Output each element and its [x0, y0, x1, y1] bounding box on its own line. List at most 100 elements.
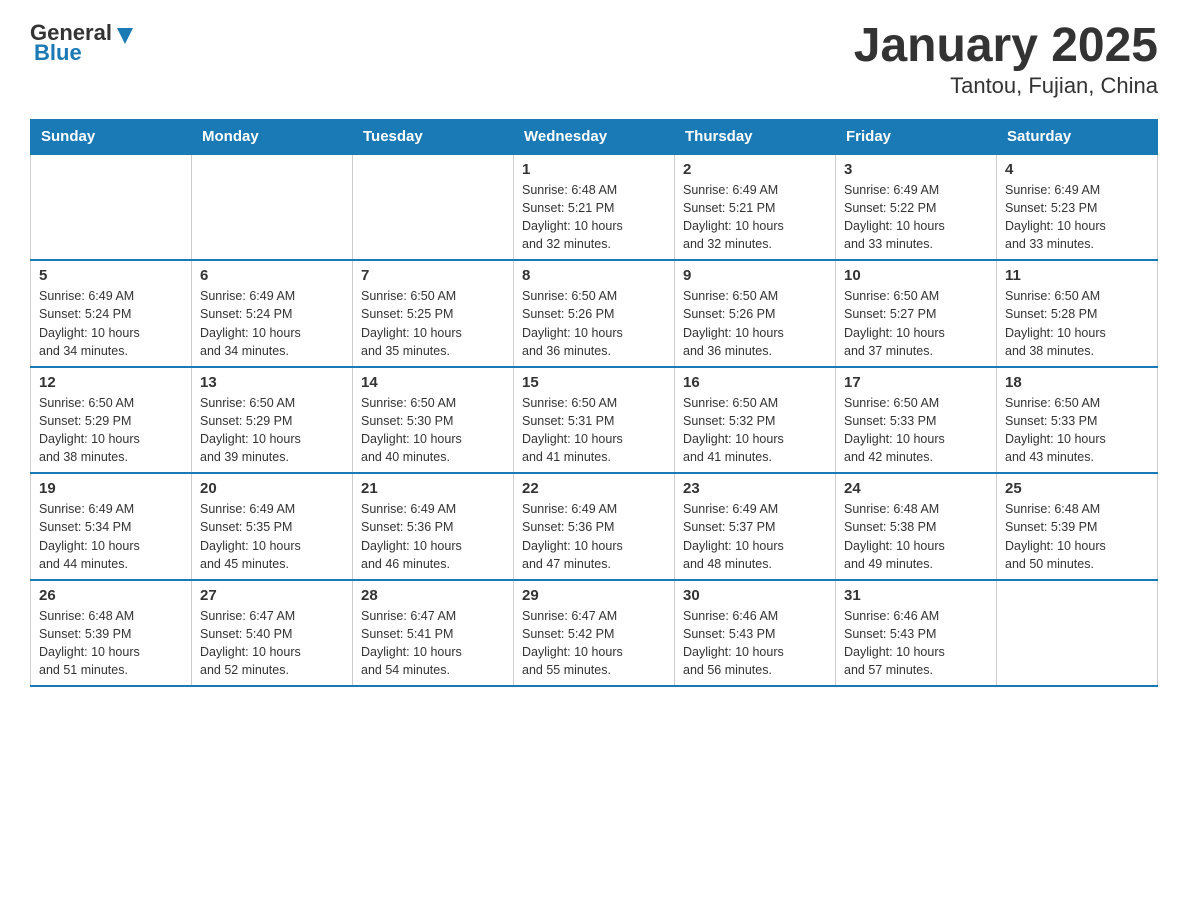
calendar-week-row: 1 Sunrise: 6:48 AM Sunset: 5:21 PM Daylig… — [31, 154, 1158, 261]
day-info: Sunrise: 6:46 AM Sunset: 5:43 PM Dayligh… — [844, 607, 988, 680]
day-number: 7 — [361, 267, 505, 284]
day-number: 25 — [1005, 480, 1149, 497]
day-info: Sunrise: 6:49 AM Sunset: 5:35 PM Dayligh… — [200, 500, 344, 573]
calendar-day-cell: 25 Sunrise: 6:48 AM Sunset: 5:39 PM Dayli… — [997, 473, 1158, 580]
day-info: Sunrise: 6:49 AM Sunset: 5:24 PM Dayligh… — [39, 287, 183, 360]
day-info: Sunrise: 6:50 AM Sunset: 5:33 PM Dayligh… — [1005, 394, 1149, 467]
calendar-day-cell: 28 Sunrise: 6:47 AM Sunset: 5:41 PM Dayli… — [353, 580, 514, 687]
day-number: 29 — [522, 587, 666, 604]
calendar-day-cell: 11 Sunrise: 6:50 AM Sunset: 5:28 PM Dayli… — [997, 260, 1158, 367]
calendar-day-cell: 16Sunrise: 6:50 AM Sunset: 5:32 PM Dayli… — [675, 367, 836, 474]
calendar-day-cell: 29 Sunrise: 6:47 AM Sunset: 5:42 PM Dayli… — [514, 580, 675, 687]
calendar-title: January 2025 — [854, 20, 1158, 73]
day-info: Sunrise: 6:48 AM Sunset: 5:39 PM Dayligh… — [1005, 500, 1149, 573]
day-info: Sunrise: 6:50 AM Sunset: 5:26 PM Dayligh… — [683, 287, 827, 360]
calendar-day-cell: 9 Sunrise: 6:50 AM Sunset: 5:26 PM Daylig… — [675, 260, 836, 367]
calendar-day-cell — [31, 154, 192, 261]
day-info: Sunrise: 6:48 AM Sunset: 5:38 PM Dayligh… — [844, 500, 988, 573]
calendar-day-cell: 23 Sunrise: 6:49 AM Sunset: 5:37 PM Dayli… — [675, 473, 836, 580]
day-info: Sunrise: 6:49 AM Sunset: 5:24 PM Dayligh… — [200, 287, 344, 360]
day-number: 3 — [844, 161, 988, 178]
calendar-week-row: 5 Sunrise: 6:49 AM Sunset: 5:24 PM Daylig… — [31, 260, 1158, 367]
day-header-tuesday: Tuesday — [353, 119, 514, 154]
calendar-day-cell: 31 Sunrise: 6:46 AM Sunset: 5:43 PM Dayli… — [836, 580, 997, 687]
day-number: 10 — [844, 267, 988, 284]
day-info: Sunrise: 6:49 AM Sunset: 5:22 PM Dayligh… — [844, 181, 988, 254]
day-number: 27 — [200, 587, 344, 604]
day-info: Sunrise: 6:50 AM Sunset: 5:28 PM Dayligh… — [1005, 287, 1149, 360]
day-number: 11 — [1005, 267, 1149, 284]
day-info: Sunrise: 6:50 AM Sunset: 5:25 PM Dayligh… — [361, 287, 505, 360]
day-header-monday: Monday — [192, 119, 353, 154]
day-header-saturday: Saturday — [997, 119, 1158, 154]
calendar-week-row: 26 Sunrise: 6:48 AM Sunset: 5:39 PM Dayli… — [31, 580, 1158, 687]
calendar-day-cell: 24 Sunrise: 6:48 AM Sunset: 5:38 PM Dayli… — [836, 473, 997, 580]
calendar-header-row: SundayMondayTuesdayWednesdayThursdayFrid… — [31, 119, 1158, 154]
day-info: Sunrise: 6:50 AM Sunset: 5:29 PM Dayligh… — [39, 394, 183, 467]
calendar-day-cell: 15Sunrise: 6:50 AM Sunset: 5:31 PM Dayli… — [514, 367, 675, 474]
day-info: Sunrise: 6:50 AM Sunset: 5:26 PM Dayligh… — [522, 287, 666, 360]
calendar-day-cell: 5 Sunrise: 6:49 AM Sunset: 5:24 PM Daylig… — [31, 260, 192, 367]
day-number: 8 — [522, 267, 666, 284]
day-info: Sunrise: 6:46 AM Sunset: 5:43 PM Dayligh… — [683, 607, 827, 680]
day-info: Sunrise: 6:47 AM Sunset: 5:40 PM Dayligh… — [200, 607, 344, 680]
calendar-day-cell: 27 Sunrise: 6:47 AM Sunset: 5:40 PM Dayli… — [192, 580, 353, 687]
calendar-day-cell: 30 Sunrise: 6:46 AM Sunset: 5:43 PM Dayli… — [675, 580, 836, 687]
day-number: 13 — [200, 374, 344, 391]
calendar-day-cell: 18 Sunrise: 6:50 AM Sunset: 5:33 PM Dayli… — [997, 367, 1158, 474]
day-number: 30 — [683, 587, 827, 604]
day-header-wednesday: Wednesday — [514, 119, 675, 154]
day-number: 14 — [361, 374, 505, 391]
day-header-friday: Friday — [836, 119, 997, 154]
calendar-day-cell: 10 Sunrise: 6:50 AM Sunset: 5:27 PM Dayli… — [836, 260, 997, 367]
calendar-day-cell: 13 Sunrise: 6:50 AM Sunset: 5:29 PM Dayli… — [192, 367, 353, 474]
calendar-week-row: 19 Sunrise: 6:49 AM Sunset: 5:34 PM Dayli… — [31, 473, 1158, 580]
day-info: Sunrise: 6:50 AM Sunset: 5:29 PM Dayligh… — [200, 394, 344, 467]
day-number: 18 — [1005, 374, 1149, 391]
day-info: Sunrise: 6:49 AM Sunset: 5:36 PM Dayligh… — [361, 500, 505, 573]
day-number: 6 — [200, 267, 344, 284]
day-number: 28 — [361, 587, 505, 604]
day-info: Sunrise: 6:49 AM Sunset: 5:37 PM Dayligh… — [683, 500, 827, 573]
calendar-day-cell: 17Sunrise: 6:50 AM Sunset: 5:33 PM Dayli… — [836, 367, 997, 474]
day-number: 9 — [683, 267, 827, 284]
day-info: Sunrise: 6:49 AM Sunset: 5:36 PM Dayligh… — [522, 500, 666, 573]
calendar-day-cell: 22Sunrise: 6:49 AM Sunset: 5:36 PM Dayli… — [514, 473, 675, 580]
day-header-thursday: Thursday — [675, 119, 836, 154]
day-info: Sunrise: 6:49 AM Sunset: 5:21 PM Dayligh… — [683, 181, 827, 254]
day-number: 5 — [39, 267, 183, 284]
day-info: Sunrise: 6:47 AM Sunset: 5:41 PM Dayligh… — [361, 607, 505, 680]
calendar-subtitle: Tantou, Fujian, China — [854, 73, 1158, 99]
day-info: Sunrise: 6:47 AM Sunset: 5:42 PM Dayligh… — [522, 607, 666, 680]
day-number: 31 — [844, 587, 988, 604]
day-number: 23 — [683, 480, 827, 497]
day-info: Sunrise: 6:48 AM Sunset: 5:21 PM Dayligh… — [522, 181, 666, 254]
day-number: 1 — [522, 161, 666, 178]
day-info: Sunrise: 6:50 AM Sunset: 5:27 PM Dayligh… — [844, 287, 988, 360]
logo-blue-text: Blue — [34, 40, 82, 66]
day-info: Sunrise: 6:50 AM Sunset: 5:32 PM Dayligh… — [683, 394, 827, 467]
calendar-day-cell — [192, 154, 353, 261]
day-number: 20 — [200, 480, 344, 497]
day-number: 26 — [39, 587, 183, 604]
calendar-day-cell — [997, 580, 1158, 687]
day-info: Sunrise: 6:48 AM Sunset: 5:39 PM Dayligh… — [39, 607, 183, 680]
day-number: 24 — [844, 480, 988, 497]
day-info: Sunrise: 6:49 AM Sunset: 5:23 PM Dayligh… — [1005, 181, 1149, 254]
calendar-day-cell: 12 Sunrise: 6:50 AM Sunset: 5:29 PM Dayli… — [31, 367, 192, 474]
calendar-day-cell: 3 Sunrise: 6:49 AM Sunset: 5:22 PM Daylig… — [836, 154, 997, 261]
calendar-day-cell: 6 Sunrise: 6:49 AM Sunset: 5:24 PM Daylig… — [192, 260, 353, 367]
calendar-day-cell: 20 Sunrise: 6:49 AM Sunset: 5:35 PM Dayli… — [192, 473, 353, 580]
calendar-day-cell — [353, 154, 514, 261]
day-info: Sunrise: 6:50 AM Sunset: 5:33 PM Dayligh… — [844, 394, 988, 467]
day-number: 12 — [39, 374, 183, 391]
day-number: 19 — [39, 480, 183, 497]
calendar-day-cell: 26 Sunrise: 6:48 AM Sunset: 5:39 PM Dayli… — [31, 580, 192, 687]
day-number: 2 — [683, 161, 827, 178]
title-block: January 2025 Tantou, Fujian, China — [854, 20, 1158, 99]
day-info: Sunrise: 6:49 AM Sunset: 5:34 PM Dayligh… — [39, 500, 183, 573]
logo: General Blue — [30, 20, 136, 66]
calendar-day-cell: 4Sunrise: 6:49 AM Sunset: 5:23 PM Daylig… — [997, 154, 1158, 261]
day-number: 21 — [361, 480, 505, 497]
day-info: Sunrise: 6:50 AM Sunset: 5:30 PM Dayligh… — [361, 394, 505, 467]
